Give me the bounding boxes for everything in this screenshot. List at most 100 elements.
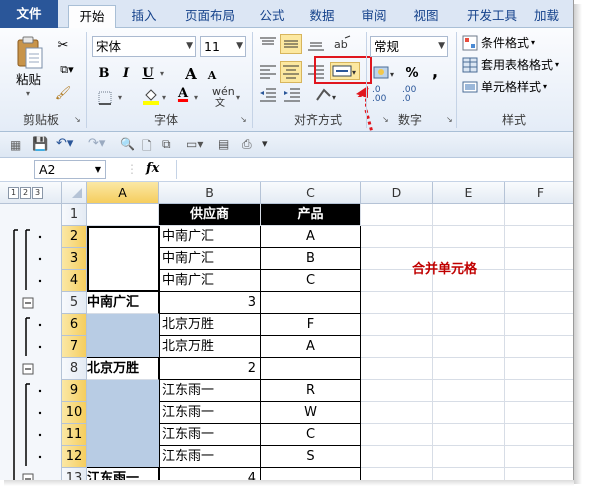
cell-d6[interactable] bbox=[361, 314, 433, 336]
cell-c3[interactable]: B bbox=[261, 248, 361, 270]
cell-f3[interactable] bbox=[505, 248, 573, 270]
cell-d1[interactable] bbox=[361, 204, 433, 226]
font-launcher-icon[interactable]: ↘ bbox=[240, 116, 248, 124]
cell-e8[interactable] bbox=[433, 358, 505, 380]
cell-d13[interactable] bbox=[361, 468, 433, 480]
fill-color-button[interactable] bbox=[140, 86, 162, 106]
cell-b2[interactable]: 中南广汇 bbox=[159, 226, 261, 248]
cell-f9[interactable] bbox=[505, 380, 573, 402]
cell-f10[interactable] bbox=[505, 402, 573, 424]
cell-d5[interactable] bbox=[361, 292, 433, 314]
align-bottom-icon[interactable] bbox=[306, 36, 326, 52]
cell-f8[interactable] bbox=[505, 358, 573, 380]
row-header[interactable]: 11 bbox=[62, 424, 87, 446]
phonetic-button[interactable]: wén 文 bbox=[212, 86, 235, 109]
merge-center-button[interactable]: ▾ bbox=[330, 62, 360, 80]
decrease-decimal-button[interactable]: .00.0 bbox=[402, 86, 416, 104]
accounting-icon[interactable]: ▾ bbox=[372, 64, 398, 82]
cell-e2[interactable] bbox=[433, 226, 505, 248]
outline-level-1-button[interactable]: 1 bbox=[8, 187, 19, 199]
italic-button[interactable]: I bbox=[118, 64, 134, 84]
cell-e1[interactable] bbox=[433, 204, 505, 226]
new-document-icon[interactable]: 🗋 bbox=[142, 137, 152, 158]
cell-a5[interactable]: 中南广汇 bbox=[87, 292, 159, 314]
row-header[interactable]: 9 bbox=[62, 380, 87, 402]
font-name-combo[interactable]: 宋体 ▼ bbox=[92, 36, 196, 57]
cell-c2[interactable]: A bbox=[261, 226, 361, 248]
format-painter-icon[interactable]: 🖌 bbox=[54, 84, 72, 104]
wrap-text-icon[interactable]: ▾ bbox=[314, 86, 340, 104]
shape-icon[interactable]: ▭▾ bbox=[186, 137, 203, 151]
merged-cell-a9-a12[interactable] bbox=[87, 380, 160, 468]
cell-e11[interactable] bbox=[433, 424, 505, 446]
cell-e7[interactable] bbox=[433, 336, 505, 358]
outline-level-3-button[interactable]: 3 bbox=[32, 187, 43, 199]
column-header-e[interactable]: E bbox=[433, 182, 505, 204]
increase-indent-icon[interactable] bbox=[282, 86, 302, 104]
row-header[interactable]: 7 bbox=[62, 336, 87, 358]
cell-e5[interactable] bbox=[433, 292, 505, 314]
paste-button[interactable] bbox=[14, 34, 46, 72]
cell-b6[interactable]: 北京万胜 bbox=[159, 314, 261, 336]
outline-collapse-button-3[interactable] bbox=[22, 473, 34, 480]
tab-review[interactable]: 审阅 bbox=[352, 5, 396, 28]
align-middle-button[interactable] bbox=[280, 34, 302, 54]
cell-a13[interactable]: 江东雨一 bbox=[87, 468, 159, 480]
cell-e13[interactable] bbox=[433, 468, 505, 480]
cell-b13[interactable]: 4 bbox=[159, 468, 261, 480]
borders-dropdown-icon[interactable]: ▾ bbox=[118, 94, 126, 102]
cell-c5[interactable] bbox=[261, 292, 361, 314]
underline-button[interactable]: U bbox=[140, 64, 156, 84]
cell-d2[interactable] bbox=[361, 226, 433, 248]
clipboard-launcher-icon[interactable]: ↘ bbox=[74, 116, 82, 124]
cell-c8[interactable] bbox=[261, 358, 361, 380]
copy-qat-icon[interactable]: ⧉ bbox=[162, 137, 171, 152]
tab-page-layout[interactable]: 页面布局 bbox=[174, 5, 246, 28]
cell-f4[interactable] bbox=[505, 270, 573, 292]
row-header[interactable]: 10 bbox=[62, 402, 87, 424]
cell-d8[interactable] bbox=[361, 358, 433, 380]
tab-insert[interactable]: 插入 bbox=[122, 5, 166, 28]
merged-cell-a2-a4[interactable] bbox=[87, 226, 160, 292]
outline-collapse-button-1[interactable] bbox=[22, 297, 34, 309]
print-preview-icon[interactable]: 🔍 bbox=[120, 137, 135, 151]
cell-c1[interactable]: 产品 bbox=[261, 204, 361, 226]
conditional-format-button[interactable]: 条件格式 ▾ bbox=[462, 34, 535, 52]
fill-dropdown-icon[interactable]: ▾ bbox=[162, 94, 170, 102]
increase-decimal-button[interactable]: .0.00 bbox=[372, 86, 386, 104]
row-header[interactable]: 5 bbox=[62, 292, 87, 314]
cell-f13[interactable] bbox=[505, 468, 573, 480]
row-header[interactable]: 6 bbox=[62, 314, 87, 336]
cell-b9[interactable]: 江东雨一 bbox=[159, 380, 261, 402]
cell-c6[interactable]: F bbox=[261, 314, 361, 336]
align-center-button[interactable] bbox=[280, 61, 302, 83]
cell-c13[interactable] bbox=[261, 468, 361, 480]
cell-c4[interactable]: C bbox=[261, 270, 361, 292]
number-format-combo[interactable]: 常规 ▼ bbox=[370, 36, 448, 57]
cell-c7[interactable]: A bbox=[261, 336, 361, 358]
row-header[interactable]: 13 bbox=[62, 468, 87, 480]
column-header-f[interactable]: F bbox=[505, 182, 573, 204]
row-header[interactable]: 2 bbox=[62, 226, 87, 248]
cell-a8[interactable]: 北京万胜 bbox=[87, 358, 159, 380]
cut-icon[interactable]: ✂ bbox=[54, 36, 72, 56]
cell-b5[interactable]: 3 bbox=[159, 292, 261, 314]
merged-cell-a6-a7[interactable] bbox=[87, 314, 160, 358]
tab-developer[interactable]: 开发工具 bbox=[456, 5, 528, 28]
font-color-dropdown-icon[interactable]: ▾ bbox=[194, 94, 202, 102]
outline-collapse-button-2[interactable] bbox=[22, 363, 34, 375]
tab-file[interactable]: 文件 bbox=[0, 0, 58, 28]
row-header[interactable]: 8 bbox=[62, 358, 87, 380]
tab-addins[interactable]: 加载 bbox=[534, 5, 573, 28]
borders-icon[interactable] bbox=[96, 88, 114, 108]
row-header[interactable]: 3 bbox=[62, 248, 87, 270]
tab-formulas[interactable]: 公式 bbox=[250, 5, 294, 28]
cell-f12[interactable] bbox=[505, 446, 573, 468]
redo-icon[interactable]: ↷▾ bbox=[88, 136, 105, 151]
cell-b10[interactable]: 江东雨一 bbox=[159, 402, 261, 424]
cell-b7[interactable]: 北京万胜 bbox=[159, 336, 261, 358]
customize-qat-icon[interactable]: ▾ bbox=[262, 137, 268, 150]
calc-icon[interactable]: ▤ bbox=[218, 137, 229, 151]
cell-b12[interactable]: 江东雨一 bbox=[159, 446, 261, 468]
cell-f11[interactable] bbox=[505, 424, 573, 446]
